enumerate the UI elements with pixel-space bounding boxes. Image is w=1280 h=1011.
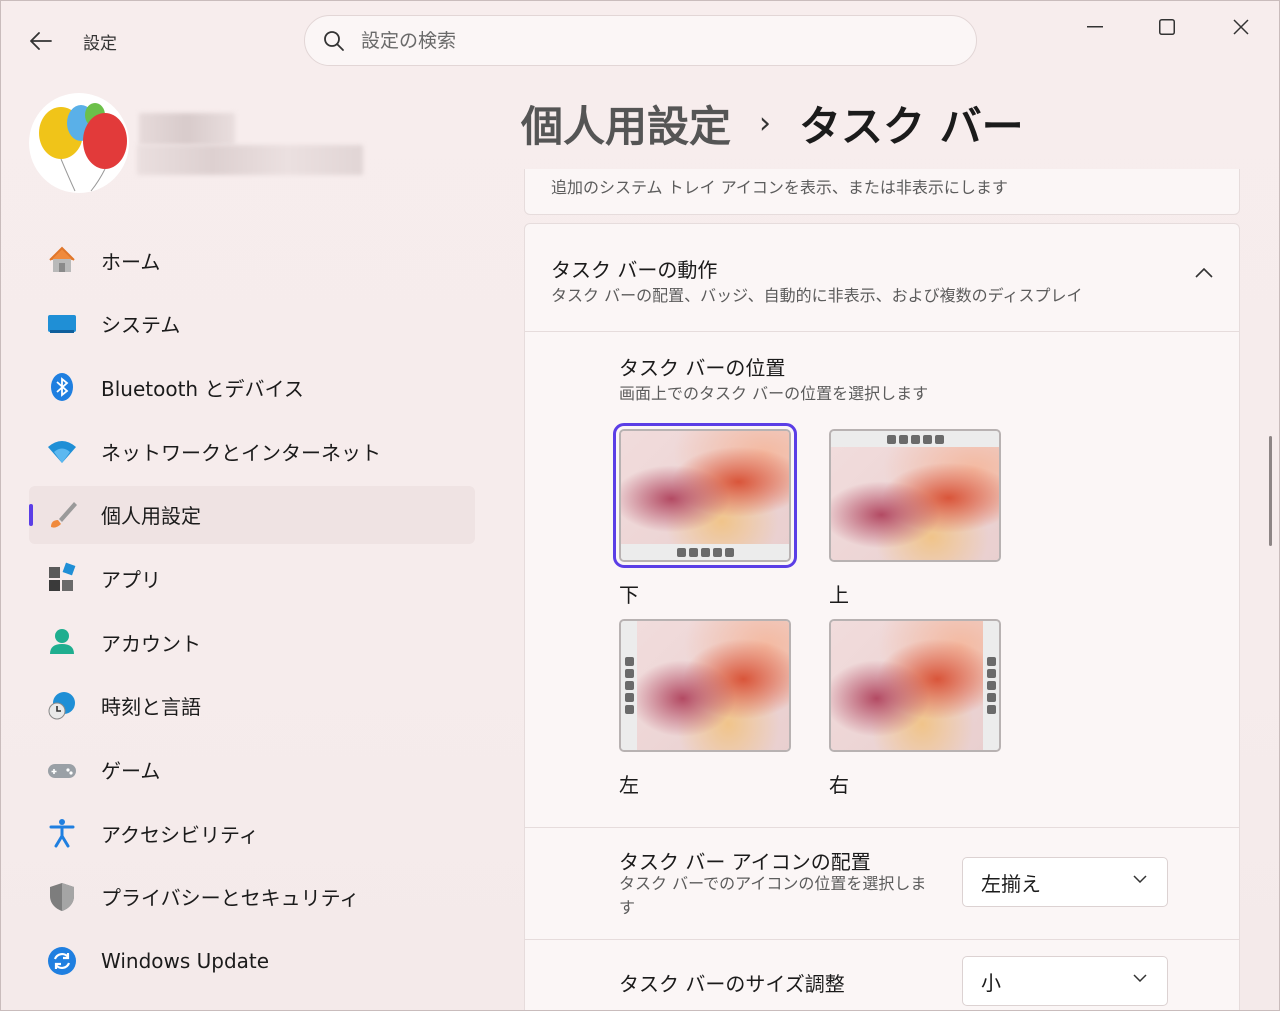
apps-icon: [45, 561, 79, 595]
title-bar: 設定: [1, 1, 1279, 81]
back-button[interactable]: [23, 23, 59, 59]
position-option-top[interactable]: [829, 429, 1001, 562]
sidebar-item-label: アプリ: [101, 567, 161, 592]
sidebar-item-apps[interactable]: アプリ: [29, 549, 475, 607]
sidebar-item-label: アカウント: [101, 631, 201, 656]
alignment-title: タスク バー アイコンの配置: [619, 850, 871, 874]
wallpaper-preview: [621, 431, 789, 544]
sidebar-item-label: 時刻と言語: [101, 695, 201, 720]
position-option-right[interactable]: [829, 619, 1001, 752]
chevron-down-icon: [1133, 974, 1147, 982]
position-option-bottom[interactable]: [613, 423, 797, 568]
sidebar-item-gaming[interactable]: ゲーム: [29, 741, 475, 799]
taskbar-preview: [983, 621, 999, 750]
sidebar-item-label: プライバシーとセキュリティ: [101, 886, 360, 911]
size-dropdown[interactable]: 小: [962, 956, 1168, 1006]
position-option-left[interactable]: [619, 619, 791, 752]
sidebar-item-personalization[interactable]: 個人用設定: [29, 485, 475, 544]
position-label-bottom: 下: [619, 583, 639, 607]
sidebar-item-label: ゲーム: [101, 759, 161, 783]
size-title: タスク バーのサイズ調整: [619, 972, 845, 996]
update-icon: [45, 944, 79, 978]
taskbar-behavior-header[interactable]: タスク バーの動作 タスク バーの配置、バッジ、自動的に非表示、および複数のディ…: [525, 224, 1239, 332]
home-icon: [45, 243, 79, 277]
profile-name-redacted: [139, 113, 235, 145]
sidebar-item-home[interactable]: ホーム: [29, 231, 475, 289]
close-button[interactable]: [1218, 11, 1264, 43]
position-label-top: 上: [829, 583, 849, 607]
sidebar-item-label: アクセシビリティ: [101, 822, 259, 847]
wifi-icon: [45, 434, 79, 468]
position-label-left: 左: [619, 773, 639, 797]
search-input[interactable]: [361, 29, 921, 52]
alignment-row: タスク バー アイコンの配置 タスク バーでのアイコンの位置を選択します 左揃え: [525, 827, 1239, 939]
sidebar-item-accounts[interactable]: アカウント: [29, 613, 475, 671]
sidebar-item-privacy-security[interactable]: プライバシーとセキュリティ: [29, 868, 475, 926]
close-icon: [1233, 19, 1249, 35]
brush-icon: [45, 498, 79, 532]
position-label-right: 右: [829, 773, 849, 797]
avatar[interactable]: [29, 93, 129, 193]
card-subtitle: 追加のシステム トレイ アイコンを表示、または非表示にします: [551, 178, 1008, 197]
sidebar-item-label: システム: [101, 313, 181, 338]
sidebar-item-label: Windows Update: [101, 948, 270, 973]
breadcrumb: 個人用設定 › タスク バー: [521, 93, 1024, 154]
sidebar-item-label: ネットワークとインターネット: [101, 440, 381, 465]
sidebar-item-bluetooth[interactable]: Bluetooth とデバイス: [29, 358, 475, 416]
sidebar-nav: ホーム システム Bluetooth とデバイス ネットワークとインターネット …: [29, 231, 475, 995]
sidebar-item-label: 個人用設定: [101, 504, 201, 529]
content-pane: 追加のシステム トレイ アイコンを表示、または非表示にします タスク バーの動作…: [524, 169, 1240, 1010]
dropdown-value: 左揃え: [981, 871, 1041, 896]
search-icon: [324, 30, 344, 51]
profile-email-redacted: [137, 145, 363, 175]
wallpaper-preview: [637, 621, 789, 750]
taskbar-preview: [831, 431, 999, 447]
sidebar-item-time-language[interactable]: 時刻と言語: [29, 677, 475, 735]
chevron-right-icon: ›: [759, 106, 772, 141]
size-row: タスク バーのサイズ調整 小: [525, 939, 1239, 1010]
minimize-button[interactable]: [1072, 11, 1118, 43]
app-title: 設定: [83, 34, 117, 54]
gamepad-icon: [45, 753, 79, 787]
section-title: タスク バーの動作: [551, 258, 718, 282]
position-title: タスク バーの位置: [619, 356, 786, 380]
minimize-icon: [1087, 26, 1103, 28]
accessibility-icon: [45, 816, 79, 850]
bluetooth-icon: [45, 370, 79, 404]
sidebar-item-system[interactable]: システム: [29, 295, 475, 353]
scrollbar[interactable]: [1269, 436, 1272, 546]
maximize-icon: [1159, 19, 1175, 35]
arrow-left-icon: [30, 32, 52, 50]
sidebar-item-windows-update[interactable]: Windows Update: [29, 932, 475, 990]
section-subtitle: タスク バーの配置、バッジ、自動的に非表示、および複数のディスプレイ: [551, 286, 1083, 305]
dropdown-value: 小: [981, 970, 1001, 995]
sidebar-item-label: ホーム: [101, 249, 161, 274]
search-box[interactable]: [304, 15, 977, 66]
taskbar-preview: [621, 544, 789, 560]
sidebar-item-network[interactable]: ネットワークとインターネット: [29, 422, 475, 480]
monitor-icon: [45, 307, 79, 341]
system-tray-card[interactable]: 追加のシステム トレイ アイコンを表示、または非表示にします: [524, 169, 1240, 215]
alignment-dropdown[interactable]: 左揃え: [962, 857, 1168, 907]
chevron-up-icon: [1195, 268, 1213, 278]
balloons-icon: [39, 103, 127, 192]
settings-window: 設定 ホーム: [0, 0, 1280, 1011]
sidebar-item-label: Bluetooth とデバイス: [101, 376, 304, 401]
page-title: タスク バー: [799, 102, 1024, 151]
taskbar-behavior-card: タスク バーの動作 タスク バーの配置、バッジ、自動的に非表示、および複数のディ…: [524, 223, 1240, 1010]
taskbar-preview: [621, 621, 637, 750]
maximize-button[interactable]: [1144, 11, 1190, 43]
sidebar-item-accessibility[interactable]: アクセシビリティ: [29, 804, 475, 862]
wallpaper-preview: [831, 447, 999, 560]
alignment-subtitle: タスク バーでのアイコンの位置を選択します: [619, 874, 927, 917]
shield-icon: [45, 880, 79, 914]
breadcrumb-parent[interactable]: 個人用設定: [521, 93, 731, 154]
person-icon: [45, 625, 79, 659]
globe-clock-icon: [45, 689, 79, 723]
wallpaper-preview: [831, 621, 983, 750]
chevron-down-icon: [1133, 875, 1147, 883]
position-subtitle: 画面上でのタスク バーの位置を選択します: [619, 384, 929, 403]
